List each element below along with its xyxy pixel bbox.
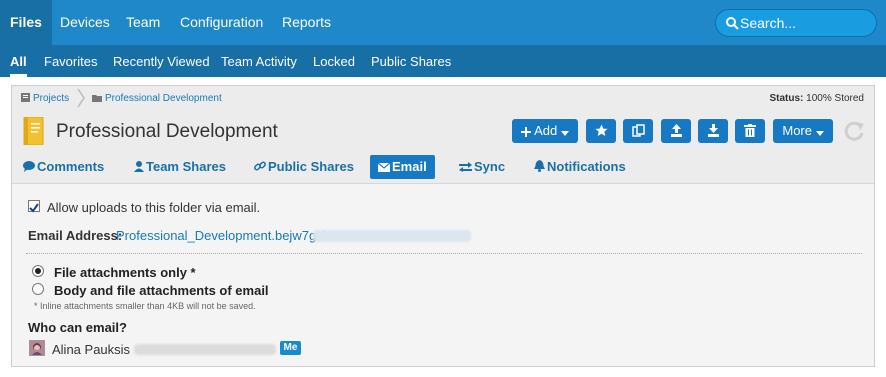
- notebook-icon: [23, 117, 44, 145]
- top-navigation: Files Devices Team Configuration Reports…: [0, 0, 886, 45]
- tab-sync[interactable]: Sync: [459, 155, 505, 179]
- star-icon: [594, 124, 608, 136]
- tab-notifications[interactable]: Notifications: [534, 155, 626, 179]
- comment-icon: [23, 161, 35, 172]
- more-button[interactable]: More: [773, 119, 833, 143]
- tab-comments[interactable]: Comments: [23, 155, 104, 179]
- nav-devices[interactable]: Devices: [60, 0, 110, 45]
- breadcrumb-projects-label: Projects: [33, 93, 70, 104]
- subnav-locked[interactable]: Locked: [313, 45, 355, 77]
- favorite-button[interactable]: [586, 119, 616, 143]
- download-icon: [707, 124, 719, 137]
- email-address-link[interactable]: Professional_Development.bejw7g-1: [116, 228, 328, 243]
- caret-down-icon: [815, 131, 824, 136]
- allow-uploads-checkbox[interactable]: [28, 200, 40, 213]
- nav-team[interactable]: Team: [126, 0, 160, 45]
- status-label: Status:: [769, 93, 804, 104]
- upload-button[interactable]: [661, 119, 691, 143]
- avatar-image: [30, 341, 44, 355]
- body-and-attachments-radio[interactable]: [32, 283, 44, 295]
- folder-title: Professional Development: [56, 121, 278, 142]
- subnav-recently-viewed[interactable]: Recently Viewed: [113, 45, 210, 77]
- divider: [26, 253, 862, 254]
- breadcrumb-folder-label: Professional Development: [105, 93, 222, 104]
- tab-sync-label: Sync: [474, 159, 506, 174]
- status-value: 100% Stored: [806, 93, 864, 104]
- user-icon: [134, 161, 144, 172]
- refresh-icon[interactable]: [842, 119, 866, 143]
- avatar: [29, 340, 45, 356]
- redacted-email-domain: [313, 230, 471, 242]
- envelope-icon: [377, 162, 391, 172]
- storage-status: Status: 100% Stored: [769, 93, 864, 104]
- nav-files[interactable]: Files: [0, 0, 52, 45]
- subnav-team-activity[interactable]: Team Activity: [221, 45, 297, 77]
- caret-down-icon: [560, 131, 569, 136]
- tab-notifications-label: Notifications: [547, 159, 626, 174]
- allow-uploads-label: Allow uploads to this folder via email.: [47, 200, 261, 215]
- breadcrumb-chevron-icon: [77, 88, 85, 108]
- delete-button[interactable]: [735, 119, 765, 143]
- more-button-label: More: [782, 123, 812, 138]
- body-and-attachments-label: Body and file attachments of email: [54, 283, 269, 298]
- copy-icon: [631, 124, 645, 137]
- tab-team-shares-label: Team Shares: [146, 159, 226, 174]
- link-icon: [254, 161, 266, 171]
- plus-icon: [521, 127, 532, 137]
- search-placeholder: Search...: [740, 15, 797, 31]
- subnav-public-shares[interactable]: Public Shares: [371, 45, 451, 77]
- inline-attachments-note: * Inline attachments smaller than 4KB wi…: [34, 301, 256, 311]
- redacted-user-email: [134, 344, 276, 355]
- tab-public-shares[interactable]: Public Shares: [254, 155, 354, 179]
- tab-comments-label: Comments: [37, 159, 105, 174]
- add-button-label: Add: [534, 123, 558, 138]
- subnav-all[interactable]: All: [10, 45, 27, 77]
- trash-icon: [744, 124, 756, 137]
- folder-panel: Projects Professional Development Status…: [11, 85, 875, 367]
- copy-button[interactable]: [623, 119, 653, 143]
- tab-email[interactable]: Email: [370, 155, 435, 179]
- add-button[interactable]: Add: [512, 119, 578, 143]
- breadcrumb-projects[interactable]: Projects: [21, 93, 69, 104]
- sync-arrows-icon: [459, 162, 472, 172]
- breadcrumb-folder[interactable]: Professional Development: [92, 93, 222, 104]
- attachments-only-radio[interactable]: [32, 265, 44, 277]
- bell-icon: [534, 160, 545, 172]
- tab-email-label: Email: [392, 159, 427, 174]
- download-button[interactable]: [698, 119, 728, 143]
- tab-team-shares[interactable]: Team Shares: [134, 155, 226, 179]
- folder-small-icon: [92, 95, 102, 102]
- who-can-email-label: Who can email?: [28, 320, 127, 335]
- nav-reports[interactable]: Reports: [282, 0, 331, 45]
- attachments-only-label: File attachments only *: [54, 265, 196, 280]
- search-input[interactable]: Search...: [715, 9, 877, 37]
- nav-configuration[interactable]: Configuration: [180, 0, 263, 45]
- projects-icon: [21, 93, 30, 102]
- upload-icon: [670, 124, 682, 137]
- search-icon: [726, 17, 739, 30]
- user-name: Alina Pauksis: [52, 342, 131, 357]
- checkmark-icon: [29, 203, 39, 213]
- tab-public-shares-label: Public Shares: [268, 159, 354, 174]
- email-settings: Allow uploads to this folder via email. …: [12, 185, 874, 366]
- me-badge: Me: [280, 341, 301, 355]
- sub-navigation: All Favorites Recently Viewed Team Activ…: [0, 45, 886, 77]
- email-address-label: Email Address:: [28, 228, 123, 243]
- subnav-favorites[interactable]: Favorites: [44, 45, 97, 77]
- folder-header: Projects Professional Development Status…: [12, 86, 874, 184]
